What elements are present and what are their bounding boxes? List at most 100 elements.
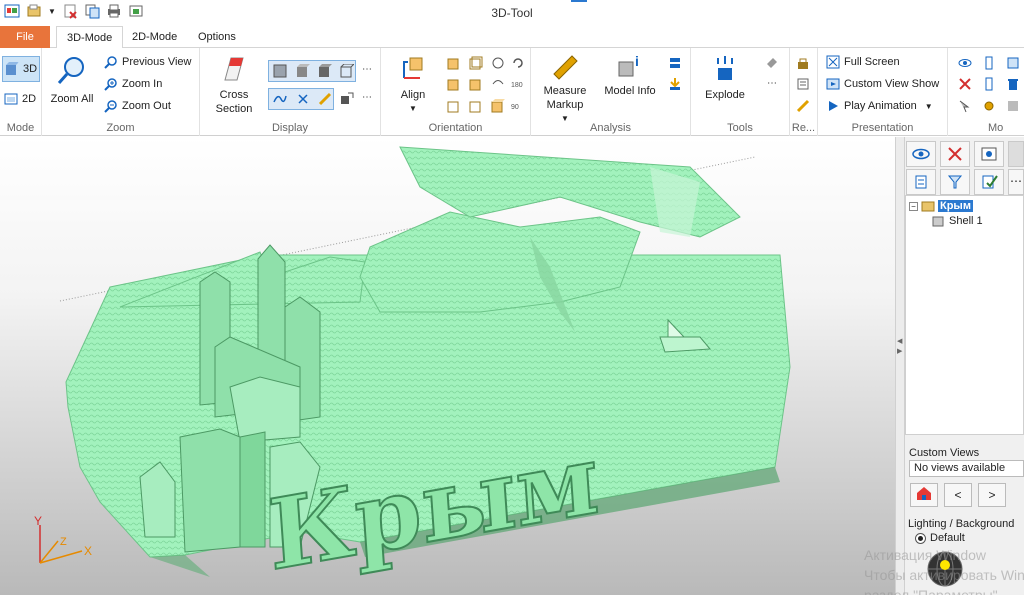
tab-2d-mode[interactable]: 2D-Mode bbox=[122, 26, 187, 48]
play-animation-button[interactable]: Play Animation ▼ bbox=[826, 99, 933, 113]
curves-icon[interactable] bbox=[273, 92, 287, 106]
export-icon[interactable] bbox=[668, 77, 682, 91]
play-animation-dropdown-icon[interactable]: ▼ bbox=[925, 102, 933, 111]
view-rotate-icon[interactable] bbox=[511, 56, 525, 70]
tree-check-button[interactable] bbox=[974, 169, 1004, 195]
show-all-button[interactable] bbox=[906, 141, 936, 167]
tree-item-root[interactable]: − Крым bbox=[909, 200, 973, 212]
view-axis-icon[interactable] bbox=[491, 56, 505, 70]
align-dropdown-icon[interactable]: ▼ bbox=[387, 102, 439, 116]
view-left-icon[interactable] bbox=[447, 77, 461, 91]
mode-3d-button[interactable]: 3D bbox=[2, 56, 40, 82]
view-top-icon[interactable] bbox=[447, 99, 461, 113]
view-spin-icon[interactable] bbox=[491, 77, 505, 91]
group-tools: Explode ⋯ Tools bbox=[691, 48, 790, 136]
splitter-arrow-right-icon[interactable]: ▶ bbox=[897, 347, 902, 355]
svg-text:i: i bbox=[635, 53, 639, 69]
tree-expand-button[interactable] bbox=[906, 169, 936, 195]
points-icon[interactable] bbox=[296, 92, 310, 106]
view-right-icon[interactable] bbox=[469, 77, 483, 91]
zoom-in-label: Zoom In bbox=[122, 78, 163, 90]
axis-triad: Y Z X bbox=[34, 514, 92, 564]
align-button[interactable]: Align ▼ bbox=[387, 54, 439, 116]
ribbon: 3D 2D Mode Zoom All Previous View Zoom I… bbox=[0, 48, 1024, 136]
panel-splitter[interactable]: ◀ ▶ bbox=[895, 137, 905, 595]
select-icon[interactable] bbox=[958, 99, 972, 113]
zoom-in-button[interactable]: Zoom In bbox=[104, 77, 162, 91]
re-list-icon[interactable] bbox=[796, 77, 810, 91]
wireframe-icon[interactable] bbox=[340, 64, 354, 78]
prev-view-button[interactable]: < bbox=[944, 483, 972, 507]
model-info-button[interactable]: i Model Info bbox=[597, 52, 663, 98]
default-lighting-option[interactable]: Default bbox=[915, 532, 965, 544]
tab-options[interactable]: Options bbox=[188, 26, 246, 48]
zoom-all-icon bbox=[57, 57, 84, 84]
axis-z-label: Z bbox=[60, 536, 67, 548]
check-icon bbox=[982, 175, 998, 189]
view-bottom-icon[interactable] bbox=[469, 99, 483, 113]
mode-2d-button[interactable]: 2D bbox=[4, 92, 36, 106]
tree-info-icon[interactable] bbox=[982, 56, 996, 70]
invert-visibility-button[interactable] bbox=[974, 141, 1004, 167]
display-settings-icon[interactable] bbox=[340, 92, 354, 106]
3d-viewport[interactable]: Крым Y Z X bbox=[0, 137, 895, 595]
hide-all-button[interactable] bbox=[940, 141, 970, 167]
cross-section-label-line2: Section bbox=[215, 103, 253, 115]
tools-more-icon[interactable]: ⋯ bbox=[767, 78, 777, 89]
full-screen-button[interactable]: Full Screen bbox=[826, 55, 900, 69]
watermark-line1: Активация Window bbox=[864, 547, 987, 563]
view-iso-icon[interactable] bbox=[491, 99, 505, 113]
rotate-180-icon[interactable]: 180 bbox=[511, 77, 525, 91]
custom-view-show-button[interactable]: Custom View Show bbox=[826, 77, 939, 91]
collapse-icon[interactable]: − bbox=[909, 201, 918, 211]
explode-button[interactable]: Explode bbox=[695, 54, 755, 102]
tree-filter-button[interactable] bbox=[940, 169, 970, 195]
hide-icon[interactable] bbox=[958, 77, 972, 91]
tree-tool-icon[interactable] bbox=[1006, 99, 1020, 113]
default-radio[interactable] bbox=[915, 532, 926, 544]
solid-icon[interactable] bbox=[318, 64, 332, 78]
zoom-out-button[interactable]: Zoom Out bbox=[104, 99, 171, 113]
group-analysis: Measure Markup ▼ i Model Info Analysis bbox=[531, 48, 691, 136]
visibility-icon[interactable] bbox=[958, 56, 972, 70]
group-re-label: Re... bbox=[791, 122, 816, 134]
re-lock-icon[interactable] bbox=[796, 56, 810, 70]
re-pencil-icon[interactable] bbox=[796, 99, 810, 113]
settings-icon[interactable] bbox=[982, 99, 996, 113]
tree-shell-label: Shell 1 bbox=[949, 215, 983, 227]
tab-3d-mode[interactable]: 3D-Mode bbox=[56, 26, 124, 49]
tree-item-shell[interactable]: Shell 1 bbox=[932, 215, 983, 227]
rotate-90-icon[interactable]: 90 bbox=[511, 99, 525, 113]
display-more-icon[interactable]: ⋯ bbox=[362, 64, 372, 75]
display-more2-icon[interactable]: ⋯ bbox=[362, 92, 372, 103]
custom-views-select[interactable]: No views available bbox=[909, 460, 1024, 477]
tree-filter-icon bbox=[947, 175, 963, 189]
full-screen-label: Full Screen bbox=[844, 56, 900, 68]
splitter-arrow-left-icon[interactable]: ◀ bbox=[897, 337, 902, 345]
cross-section-button[interactable]: Cross Section bbox=[208, 54, 260, 116]
previous-view-icon bbox=[104, 56, 117, 69]
tab-file[interactable]: File bbox=[0, 26, 50, 48]
paint-icon[interactable] bbox=[765, 56, 779, 70]
tree-add-icon[interactable] bbox=[1006, 56, 1020, 70]
view-back-icon[interactable] bbox=[469, 56, 483, 70]
invert-eye-icon bbox=[981, 147, 997, 161]
panel-extra-button[interactable] bbox=[1008, 141, 1024, 167]
tree-list-icon[interactable] bbox=[982, 77, 996, 91]
pmi-icon[interactable] bbox=[318, 92, 332, 106]
shaded-icon[interactable] bbox=[273, 64, 287, 78]
tree-more-button[interactable]: ⋯ bbox=[1008, 169, 1024, 195]
view-front-icon[interactable] bbox=[447, 56, 461, 70]
measure-markup-button[interactable]: Measure Markup ▼ bbox=[537, 52, 593, 126]
compare-icon[interactable] bbox=[668, 56, 682, 70]
previous-view-button[interactable]: Previous View bbox=[104, 55, 192, 69]
zoom-all-label: Zoom All bbox=[50, 93, 94, 105]
delete-icon[interactable] bbox=[1006, 77, 1020, 91]
model-render: Крым Y Z X bbox=[34, 146, 791, 594]
shaded-edges-icon[interactable] bbox=[296, 64, 310, 78]
next-view-button[interactable]: > bbox=[978, 483, 1006, 507]
zoom-all-button[interactable]: Zoom All bbox=[46, 54, 98, 106]
add-view-button[interactable] bbox=[910, 483, 938, 507]
home-view-icon bbox=[917, 487, 931, 500]
default-option-label: Default bbox=[930, 532, 965, 544]
